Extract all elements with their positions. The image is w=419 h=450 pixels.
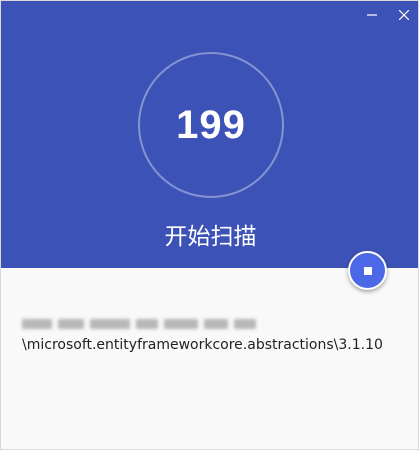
close-icon [399,10,409,20]
scan-status-title: 开始扫描 [164,224,257,250]
close-button[interactable] [388,1,418,29]
scan-header-panel: 199 开始扫描 [1,1,418,268]
scan-count-ring: 199 [138,52,284,198]
redacted-path-prefix [22,317,256,331]
scan-count: 199 [176,102,246,147]
stop-scan-button[interactable] [348,251,387,290]
current-scan-path: \microsoft.entityframeworkcore.abstracti… [22,317,412,354]
stop-icon [363,266,372,275]
window-controls [356,1,418,29]
scan-path-text: \microsoft.entityframeworkcore.abstracti… [22,337,383,353]
scanner-window: 199 开始扫描 \microsoft.entityframeworkcore.… [0,0,419,450]
minimize-icon [367,14,377,16]
minimize-button[interactable] [356,1,388,29]
